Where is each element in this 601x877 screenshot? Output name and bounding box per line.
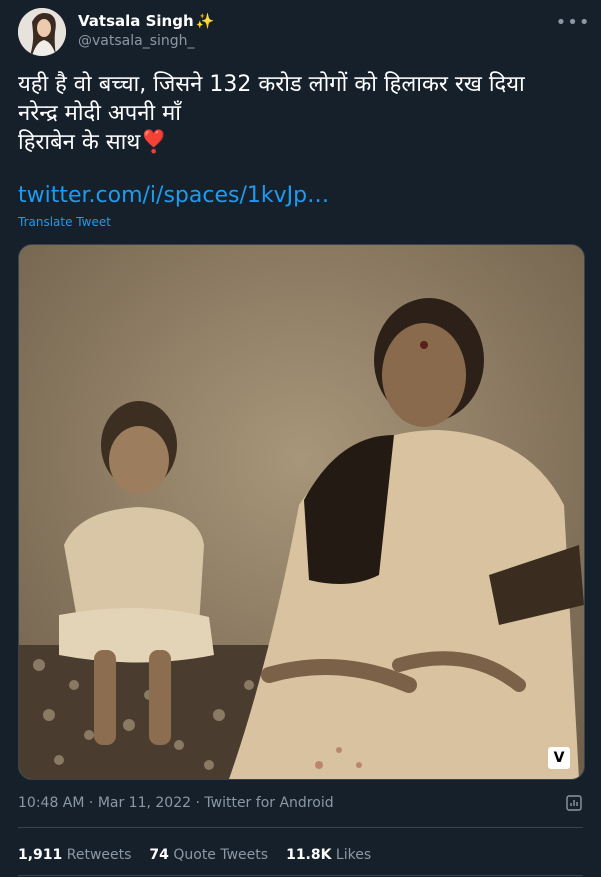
retweets-label: Retweets [66, 847, 132, 863]
vintage-photo [19, 245, 584, 779]
tweet-stats: 1,911 Retweets 74 Quote Tweets 11.8K Lik… [18, 847, 371, 863]
retweets-stat[interactable]: 1,911 Retweets [18, 847, 131, 863]
author-handle[interactable]: @vatsala_singh_ [78, 33, 195, 49]
display-name-text: Vatsala Singh [78, 12, 194, 30]
quote-tweets-count: 74 [149, 847, 169, 863]
tweet-media-photo[interactable]: V [18, 244, 585, 780]
translate-tweet-button[interactable]: Translate Tweet [18, 215, 111, 229]
likes-count: 11.8K [286, 847, 332, 863]
likes-label: Likes [335, 847, 372, 863]
quote-tweets-label: Quote Tweets [173, 847, 269, 863]
tweet-text: यही है वो बच्चा, जिसने 132 करोड लोगों को… [18, 72, 525, 155]
tweet-date[interactable]: Mar 11, 2022 [98, 795, 191, 811]
media-watermark: V [548, 747, 570, 769]
quote-tweets-stat[interactable]: 74 Quote Tweets [149, 847, 268, 863]
tweet-source[interactable]: Twitter for Android [204, 795, 333, 811]
more-options-button[interactable]: ••• [556, 10, 590, 34]
more-icon: ••• [555, 11, 591, 33]
tweet-time[interactable]: 10:48 AM [18, 795, 84, 811]
likes-stat[interactable]: 11.8K Likes [286, 847, 371, 863]
tweet-meta: 10:48 AM · Mar 11, 2022 · Twitter for An… [18, 795, 334, 811]
retweets-count: 1,911 [18, 847, 63, 863]
analytics-icon[interactable] [565, 794, 583, 812]
sparkle-badge-icon: ✨ [195, 12, 215, 30]
meta-separator: · [88, 795, 94, 811]
meta-separator: · [195, 795, 200, 811]
avatar[interactable] [18, 8, 66, 56]
divider [18, 827, 583, 828]
author-display-name[interactable]: Vatsala Singh ✨ [78, 12, 214, 30]
divider [18, 875, 583, 876]
tweet-link[interactable]: twitter.com/i/spaces/1kvJp… [18, 183, 329, 208]
